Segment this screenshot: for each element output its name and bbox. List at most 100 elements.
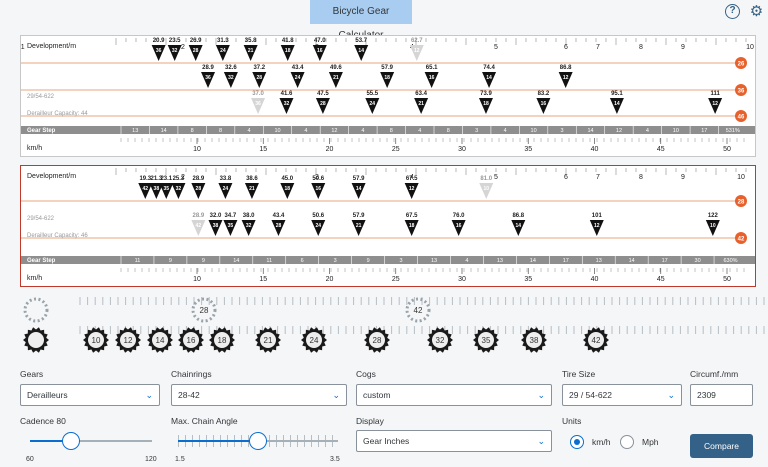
cog-label: 28 bbox=[200, 306, 209, 315]
dev-tick-label: 9 bbox=[681, 44, 685, 51]
gear-step-value: 11 bbox=[266, 258, 272, 264]
chain-angle-slider[interactable] bbox=[178, 430, 338, 452]
gear-marker-cog: 35 bbox=[164, 186, 170, 192]
display-select[interactable]: Gear Inches ⌄ bbox=[356, 430, 552, 452]
gear-step-value: 30 bbox=[695, 258, 701, 264]
gear-marker-cog: 36 bbox=[156, 48, 162, 54]
help-icon[interactable]: ? bbox=[725, 4, 740, 19]
gear-step-bar bbox=[21, 256, 755, 264]
gears-select[interactable]: Derailleurs ⌄ bbox=[20, 384, 160, 406]
cogs-select-value: custom bbox=[363, 390, 391, 400]
chain-angle-slider-knob[interactable] bbox=[249, 432, 267, 450]
gear-marker-cog: 32 bbox=[228, 75, 234, 81]
speed-tick-label: 50 bbox=[723, 146, 731, 153]
gear-marker-cog: 38 bbox=[154, 186, 160, 192]
gear-value-label: 83.2 bbox=[538, 91, 550, 97]
gear-marker-cog: 32 bbox=[246, 223, 252, 229]
gear-marker-cog: 24 bbox=[295, 75, 301, 81]
cadence-label: Cadence 80 bbox=[20, 416, 66, 426]
chevron-down-icon: ⌄ bbox=[332, 390, 340, 400]
gear-value-label: 101 bbox=[592, 213, 603, 219]
cog-label: 18 bbox=[218, 336, 227, 345]
gear-marker-cog: 21 bbox=[248, 48, 254, 54]
chevron-down-icon: ⌄ bbox=[145, 390, 153, 400]
unit-mph-label: Mph bbox=[642, 437, 659, 447]
chevron-down-icon: ⌄ bbox=[537, 390, 545, 400]
speed-tick-label: 25 bbox=[392, 276, 400, 283]
gear-step-value: 9 bbox=[202, 258, 205, 264]
gear-marker-cog: 10 bbox=[483, 186, 489, 192]
tire-size-select[interactable]: 29 / 54-622 ⌄ bbox=[562, 384, 682, 406]
gear-step-label: Gear Step bbox=[27, 258, 56, 264]
gear-value-label: 86.8 bbox=[512, 213, 524, 219]
circumference-input[interactable]: 2309 bbox=[690, 384, 753, 406]
gear-marker-cog: 24 bbox=[220, 48, 226, 54]
gear-value-label: 35.8 bbox=[245, 38, 257, 44]
gear-step-value: 12 bbox=[616, 128, 622, 134]
gear-value-label: 49.6 bbox=[330, 65, 342, 71]
speed-tick-label: 25 bbox=[392, 146, 400, 153]
unit-kmh-radio[interactable] bbox=[570, 435, 584, 449]
gear-marker-cog: 38 bbox=[213, 223, 219, 229]
gear-marker-cog: 42 bbox=[196, 223, 202, 229]
gear-icon[interactable]: ⚙ bbox=[749, 4, 764, 19]
chainrings-select[interactable]: 28-42 ⌄ bbox=[171, 384, 347, 406]
cog-label: 16 bbox=[187, 336, 196, 345]
chain-angle-max-label: 3.5 bbox=[330, 456, 340, 463]
speed-tick-label: 15 bbox=[259, 276, 267, 283]
cog-label: 12 bbox=[124, 336, 133, 345]
gear-value-label: 23.5 bbox=[169, 38, 181, 44]
gear-marker-cog: 12 bbox=[563, 75, 569, 81]
gear-value-label: 76.0 bbox=[453, 213, 465, 219]
chainring-badge-label: 28 bbox=[738, 200, 745, 206]
gear-value-label: 33.8 bbox=[220, 176, 232, 182]
cogs-select[interactable]: custom ⌄ bbox=[356, 384, 552, 406]
speed-tick-label: 40 bbox=[591, 146, 599, 153]
speed-tick-label: 15 bbox=[259, 146, 267, 153]
gear-marker-cog: 18 bbox=[409, 223, 415, 229]
cadence-slider[interactable] bbox=[30, 430, 152, 452]
unit-mph-radio[interactable] bbox=[620, 435, 634, 449]
circumference-label: Circumf./mm bbox=[690, 369, 739, 379]
gear-step-value: 14 bbox=[629, 258, 635, 264]
gear-marker-cog: 32 bbox=[176, 186, 182, 192]
gear-marker-cog: 10 bbox=[710, 223, 716, 229]
gear-value-label: 45.0 bbox=[281, 176, 293, 182]
gear-marker-cog: 21 bbox=[356, 223, 362, 229]
gear-value-label: 57.9 bbox=[381, 65, 393, 71]
cadence-slider-knob[interactable] bbox=[61, 432, 80, 450]
tire-label: 29/54-622 bbox=[27, 94, 55, 100]
gear-value-label: 32.6 bbox=[225, 65, 237, 71]
chain-angle-slider-fill bbox=[178, 440, 258, 442]
dev-tick-label: 8 bbox=[639, 174, 643, 181]
dev-tick-label: 7 bbox=[596, 174, 600, 181]
gear-step-value: 10 bbox=[274, 128, 280, 134]
gear-value-label: 43.4 bbox=[292, 65, 304, 71]
gear-value-label: 67.5 bbox=[406, 176, 418, 182]
compare-button[interactable]: Compare bbox=[690, 434, 753, 458]
gear-value-label: 34.7 bbox=[225, 213, 237, 219]
gear-marker-cog: 24 bbox=[315, 223, 321, 229]
gear-value-label: 47.5 bbox=[317, 91, 329, 97]
gear-value-label: 73.9 bbox=[480, 91, 492, 97]
display-select-value: Gear Inches bbox=[363, 436, 410, 446]
chainring-badge-label: 46 bbox=[738, 115, 745, 121]
speed-tick-label: 20 bbox=[326, 276, 334, 283]
gear-marker-cog: 36 bbox=[255, 101, 261, 107]
gear-value-label: 43.4 bbox=[273, 213, 285, 219]
gear-value-label: 67.5 bbox=[406, 213, 418, 219]
cog-label: 14 bbox=[156, 336, 165, 345]
gear-marker-cog: 14 bbox=[356, 186, 362, 192]
display-label: Display bbox=[356, 416, 384, 426]
gear-marker-cog: 12 bbox=[414, 48, 420, 54]
gear-step-value: 14 bbox=[587, 128, 593, 134]
gear-marker-cog: 18 bbox=[285, 48, 291, 54]
gear-value-label: 32.0 bbox=[210, 213, 222, 219]
gear-value-label: 57.9 bbox=[353, 213, 365, 219]
cog-hub bbox=[28, 332, 44, 348]
gear-value-label: 53.7 bbox=[355, 38, 367, 44]
gear-step-value: 14 bbox=[233, 258, 239, 264]
gear-step-value: 9 bbox=[169, 258, 172, 264]
dev-tick-label: 6 bbox=[564, 44, 568, 51]
gear-marker-cog: 16 bbox=[317, 48, 323, 54]
